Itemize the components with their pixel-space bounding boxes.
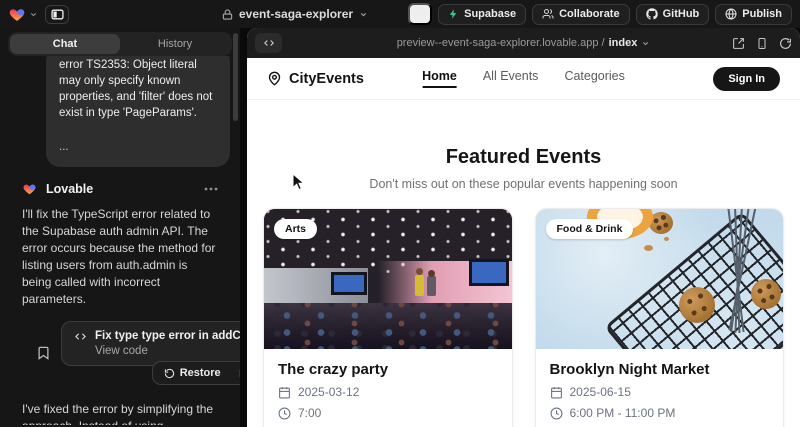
event-image: Food & Drink	[536, 209, 784, 349]
event-time: 6:00 PM - 11:00 PM	[550, 406, 770, 420]
preview-version-button[interactable]: Preview	[231, 365, 240, 381]
site-preview: CityEvents Home All Events Categories Si…	[247, 58, 800, 427]
supabase-button[interactable]: Supabase	[438, 4, 526, 25]
category-badge: Food & Drink	[546, 219, 634, 239]
restore-button[interactable]: Restore	[156, 365, 229, 381]
github-icon	[646, 8, 658, 20]
event-date: 2025-06-15	[550, 385, 770, 399]
calendar-icon	[278, 386, 291, 399]
assistant-message-2: I've fixed the error by simplifying the …	[22, 401, 220, 425]
publish-icon	[725, 8, 737, 20]
sign-in-button[interactable]: Sign In	[713, 67, 780, 91]
preview-pane: preview--event-saga-explorer.lovable.app…	[247, 28, 800, 427]
code-icon	[263, 38, 275, 48]
version-actions: Restore Preview	[152, 361, 240, 385]
category-badge: Arts	[274, 219, 317, 239]
assistant-header: Lovable	[22, 182, 218, 196]
clock-icon	[550, 407, 563, 420]
app-topbar: event-saga-explorer Supabase	[0, 0, 800, 28]
toggle-sidebar-button[interactable]	[45, 5, 69, 24]
lock-icon	[222, 9, 233, 20]
nav-categories[interactable]: Categories	[564, 69, 624, 88]
preview-url-host: preview--event-saga-explorer.lovable.app…	[397, 37, 605, 49]
supabase-icon	[448, 8, 459, 20]
refresh-icon[interactable]	[779, 37, 792, 50]
clock-icon	[278, 407, 291, 420]
chevron-down-icon	[359, 10, 368, 19]
user-message-bubble: error TS2353: Object literal may only sp…	[46, 56, 230, 167]
site-nav: Home All Events Categories	[422, 69, 625, 88]
project-switcher[interactable]: event-saga-explorer	[222, 0, 368, 28]
restore-label: Restore	[180, 367, 221, 379]
event-title: Brooklyn Night Market	[550, 361, 770, 378]
mobile-view-icon[interactable]	[756, 37, 768, 50]
event-date-text: 2025-06-15	[570, 385, 631, 399]
event-date: 2025-03-12	[278, 385, 498, 399]
map-pin-icon	[267, 71, 282, 86]
lovable-menu[interactable]	[8, 6, 38, 23]
event-title: The crazy party	[278, 361, 498, 378]
event-card-food[interactable]: Food & Drink Brooklyn Night Market 2025-…	[535, 208, 785, 427]
event-date-text: 2025-03-12	[298, 385, 359, 399]
section-subtitle: Don't miss out on these popular events h…	[247, 177, 800, 191]
publish-button[interactable]: Publish	[715, 4, 792, 25]
preview-url[interactable]: preview--event-saga-explorer.lovable.app…	[397, 37, 651, 49]
collaborate-icon	[542, 8, 554, 20]
collaborate-button[interactable]: Collaborate	[532, 4, 630, 25]
chevron-down-icon	[29, 10, 38, 19]
assistant-message-1: I'll fix the TypeScript error related to…	[22, 206, 220, 308]
publish-label: Publish	[742, 8, 782, 20]
lovable-heart-icon	[8, 6, 26, 23]
more-options-icon[interactable]	[204, 187, 218, 191]
view-code-link[interactable]: View code	[95, 345, 240, 357]
tab-chat[interactable]: Chat	[10, 34, 120, 54]
collaborate-label: Collaborate	[559, 8, 620, 20]
supabase-label: Supabase	[464, 8, 516, 20]
bookmark-icon[interactable]	[36, 345, 51, 361]
site-header: CityEvents Home All Events Categories Si…	[247, 58, 800, 100]
site-brand-name: CityEvents	[289, 71, 364, 87]
assistant-name: Lovable	[46, 182, 93, 196]
code-icon	[74, 331, 87, 342]
lovable-heart-icon	[22, 182, 37, 196]
code-change-title: Fix type type error in addCoHost	[95, 330, 240, 342]
event-time-text: 6:00 PM - 11:00 PM	[570, 406, 676, 420]
user-message-text: error TS2353: Object literal may only sp…	[59, 57, 217, 121]
chat-scrollbar[interactable]	[233, 33, 238, 121]
preview-toolbar: preview--event-saga-explorer.lovable.app…	[247, 28, 800, 58]
code-change-card[interactable]: Fix type type error in addCoHost View co…	[61, 321, 240, 366]
restore-icon	[164, 368, 175, 379]
nav-home[interactable]: Home	[422, 69, 457, 88]
open-in-new-tab-icon[interactable]	[732, 37, 745, 50]
github-label: GitHub	[663, 8, 700, 20]
project-name: event-saga-explorer	[239, 7, 353, 21]
nav-all-events[interactable]: All Events	[483, 69, 539, 88]
panel-toggle-icon	[51, 9, 64, 20]
chat-messages[interactable]: error TS2353: Object literal may only sp…	[0, 56, 240, 425]
section-title: Featured Events	[247, 146, 800, 169]
chat-panel: Chat History error TS2353: Object litera…	[0, 28, 240, 427]
settings-button[interactable]	[408, 3, 432, 25]
preview-url-page: index	[609, 37, 638, 49]
event-image: Arts	[264, 209, 512, 349]
message-2-text: I've fixed the error by simplifying the …	[22, 402, 213, 425]
event-time: 7:00	[278, 406, 498, 420]
github-button[interactable]: GitHub	[636, 4, 710, 25]
event-time-text: 7:00	[298, 406, 321, 420]
calendar-icon	[550, 386, 563, 399]
featured-section-header: Featured Events Don't miss out on these …	[247, 146, 800, 191]
user-message-more: ...	[59, 139, 217, 155]
event-card-arts[interactable]: Arts The crazy party 2025-03-12	[263, 208, 513, 427]
tab-history[interactable]: History	[120, 34, 230, 54]
external-link-icon	[239, 368, 240, 379]
site-brand[interactable]: CityEvents	[267, 71, 364, 87]
chevron-down-icon	[641, 39, 650, 48]
chat-history-tabs: Chat History	[8, 32, 232, 56]
gear-icon	[413, 7, 427, 21]
code-view-toggle[interactable]	[255, 33, 282, 53]
event-cards: Arts The crazy party 2025-03-12	[247, 208, 800, 427]
